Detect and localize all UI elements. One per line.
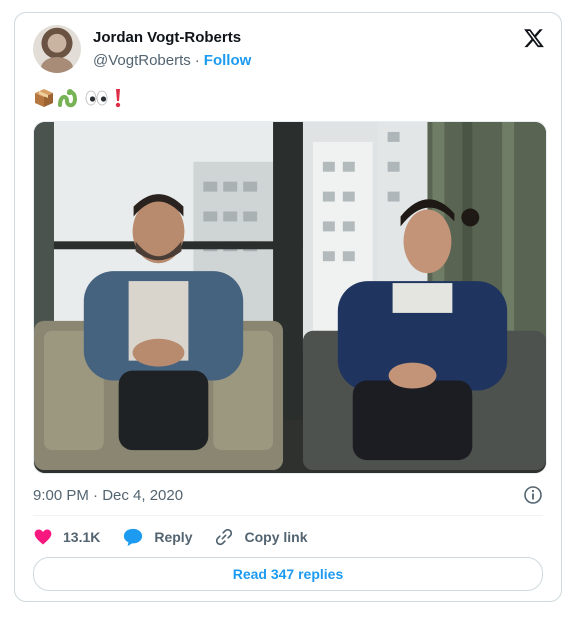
tweet-photo[interactable] [33,121,547,474]
follow-button[interactable]: Follow [204,52,252,69]
like-count: 13.1K [63,529,101,545]
snake-emoji [58,89,78,108]
tweet-timestamp[interactable]: 9:00 PM · Dec 4, 2020 [33,487,183,504]
eyes-emoji [85,90,108,106]
tweet-text [33,85,125,111]
author-handle[interactable]: @VogtRoberts [93,52,191,69]
avatar[interactable] [33,25,81,73]
copy-link-label: Copy link [244,529,308,545]
link-icon [216,528,233,546]
divider [33,515,543,516]
reply-label: Reply [154,529,193,545]
package-emoji [35,89,53,107]
copy-link-button[interactable]: Copy link [214,527,308,547]
like-button[interactable]: 13.1K [33,527,100,547]
author-handle-row: @VogtRoberts · Follow [93,52,251,69]
info-icon[interactable] [523,485,543,505]
tweet-card: Jordan Vogt-Roberts @VogtRoberts · Follow [14,12,562,602]
separator-dot: · [194,52,200,69]
read-replies-button[interactable]: Read 347 replies [33,557,543,591]
exclamation-emoji [115,89,121,108]
action-bar: 13.1K Reply Copy link [33,525,330,549]
reply-button[interactable]: Reply [122,527,192,547]
x-logo-icon[interactable] [523,27,545,49]
author-name[interactable]: Jordan Vogt-Roberts [93,29,241,46]
heart-icon [34,529,52,545]
speech-bubble-icon [124,528,143,547]
